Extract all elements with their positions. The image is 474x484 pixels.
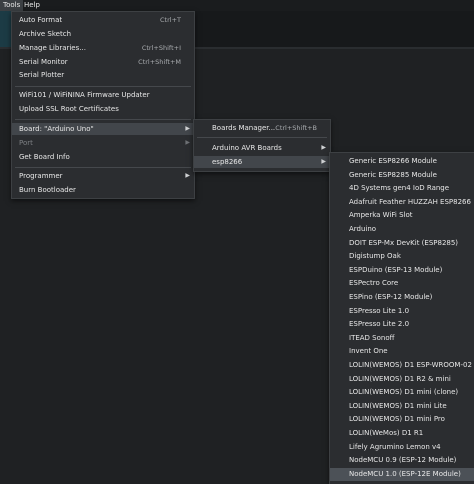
board-option[interactable]: Invent One xyxy=(330,345,474,358)
board-option-label: DOIT ESP-Mx DevKit (ESP8285) xyxy=(349,238,459,247)
menu-item-serial-plotter[interactable]: Serial Plotter xyxy=(12,69,194,81)
menu-item-programmer[interactable]: Programmer ▶ xyxy=(12,170,194,182)
menu-bar: Tools Help xyxy=(0,0,474,11)
board-option[interactable]: LOLIN(WeMos) D1 R1 xyxy=(330,427,474,440)
menu-item-port[interactable]: Port ▶ xyxy=(12,137,194,149)
board-option-label: LOLIN(WEMOS) D1 mini Pro xyxy=(349,415,445,424)
board-option[interactable]: NodeMCU 1.0 (ESP-12E Module) xyxy=(330,467,474,481)
board-option[interactable]: ITEAD Sonoff xyxy=(330,332,474,345)
board-option[interactable]: Generic ESP8285 Module xyxy=(330,169,474,182)
menu-separator xyxy=(15,167,191,168)
board-option-label: Arduino xyxy=(349,225,377,233)
board-option[interactable]: Adafruit Feather HUZZAH ESP8266 xyxy=(330,196,474,209)
board-option[interactable]: LOLIN(WEMOS) D1 mini (clone) xyxy=(330,386,474,399)
board-option-label: LOLIN(WEMOS) D1 mini (clone) xyxy=(349,388,459,397)
chevron-right-icon: ▶ xyxy=(321,144,326,151)
board-option[interactable]: LOLIN(WEMOS) D1 R2 & mini xyxy=(330,373,474,386)
board-option[interactable]: LOLIN(WEMOS) D1 ESP-WROOM-02 xyxy=(330,359,474,372)
board-option[interactable]: Amperka WiFi Slot xyxy=(330,209,474,222)
board-option-label: LOLIN(WEMOS) D1 ESP-WROOM-02 xyxy=(349,361,472,369)
board-option-label: ESPresso Lite 1.0 xyxy=(349,306,410,315)
board-option[interactable]: Lifely Agrumino Lemon v4 xyxy=(330,441,474,454)
menu-item-boards-manager[interactable]: Boards Manager... Ctrl+Shift+B xyxy=(194,122,330,134)
board-submenu: Boards Manager... Ctrl+Shift+B Arduino A… xyxy=(193,119,331,172)
menu-separator xyxy=(15,119,191,120)
board-option[interactable]: 4D Systems gen4 IoD Range xyxy=(330,182,474,195)
menu-item-archive-sketch[interactable]: Archive Sketch xyxy=(12,28,194,40)
board-option[interactable]: ESPino (ESP-12 Module) xyxy=(330,291,474,304)
board-option-label: LOLIN(WEMOS) D1 mini Lite xyxy=(349,401,447,410)
menu-item-burn-bootloader[interactable]: Burn Bootloader xyxy=(12,184,194,196)
board-option[interactable]: NodeMCU 0.9 (ESP-12 Module) xyxy=(330,454,474,467)
board-option-label: NodeMCU 0.9 (ESP-12 Module) xyxy=(349,456,457,465)
menu-tools[interactable]: Tools xyxy=(0,0,24,11)
menu-item-manage-libraries[interactable]: Manage Libraries... Ctrl+Shift+I xyxy=(12,42,194,54)
menu-separator xyxy=(197,137,327,138)
board-option[interactable]: ESPDuino (ESP-13 Module) xyxy=(330,264,474,277)
board-option-label: ESPino (ESP-12 Module) xyxy=(349,293,433,301)
menu-item-serial-monitor[interactable]: Serial Monitor Ctrl+Shift+M xyxy=(12,56,194,68)
chevron-right-icon: ▶ xyxy=(185,139,190,146)
menu-item-upload-ssl-certificates[interactable]: Upload SSL Root Certificates xyxy=(12,103,194,115)
chevron-right-icon: ▶ xyxy=(321,158,326,165)
chevron-right-icon: ▶ xyxy=(185,172,190,179)
board-option-label: Digistump Oak xyxy=(349,252,401,261)
chevron-right-icon: ▶ xyxy=(185,125,190,132)
board-option-label: ITEAD Sonoff xyxy=(349,333,395,342)
board-option-label: ESPresso Lite 2.0 xyxy=(349,320,410,329)
board-option[interactable]: LOLIN(WEMOS) D1 mini Lite xyxy=(330,400,474,413)
board-option-label: 4D Systems gen4 IoD Range xyxy=(349,184,450,193)
board-option[interactable]: ESPresso Lite 1.0 xyxy=(330,305,474,318)
board-option-label: LOLIN(WEMOS) D1 R2 & mini xyxy=(349,374,451,383)
board-option-label: ESPectro Core xyxy=(349,279,399,288)
board-option-label: ESPDuino (ESP-13 Module) xyxy=(349,265,443,274)
tools-menu: Auto Format Ctrl+T Archive Sketch Manage… xyxy=(11,11,195,199)
board-option-label: Invent One xyxy=(349,347,388,356)
board-option[interactable]: LOLIN(WEMOS) D1 mini Pro xyxy=(330,413,474,426)
board-option[interactable]: DOIT ESP-Mx DevKit (ESP8285) xyxy=(330,237,474,250)
menu-item-arduino-avr-boards[interactable]: Arduino AVR Boards ▶ xyxy=(194,142,330,154)
board-option[interactable]: Arduino xyxy=(330,223,474,236)
board-option-label: Amperka WiFi Slot xyxy=(349,211,413,220)
board-option[interactable]: ESPectro Core xyxy=(330,277,474,290)
menu-item-auto-format[interactable]: Auto Format Ctrl+T xyxy=(12,14,194,26)
esp8266-board-submenu: Generic ESP8266 Module Generic ESP8285 Mo… xyxy=(329,152,474,484)
board-option-label: Generic ESP8266 Module xyxy=(349,157,437,165)
board-option-label: LOLIN(WeMos) D1 R1 xyxy=(349,429,424,437)
board-option[interactable]: Digistump Oak xyxy=(330,250,474,263)
board-option-label: Adafruit Feather HUZZAH ESP8266 xyxy=(349,197,471,206)
board-option[interactable]: Generic ESP8266 Module xyxy=(330,155,474,168)
menu-item-firmware-updater[interactable]: WiFi101 / WiFiNINA Firmware Updater xyxy=(12,89,194,101)
board-option-label: Generic ESP8285 Module xyxy=(349,170,437,179)
board-option[interactable]: ESPresso Lite 2.0 xyxy=(330,318,474,331)
menu-separator xyxy=(15,86,191,87)
board-option-label: Lifely Agrumino Lemon v4 xyxy=(349,442,441,451)
menu-item-board[interactable]: Board: "Arduino Uno" ▶ xyxy=(12,123,194,135)
menu-help[interactable]: Help xyxy=(21,0,43,11)
board-option-label: NodeMCU 1.0 (ESP-12E Module) xyxy=(349,469,461,478)
menu-item-get-board-info[interactable]: Get Board Info xyxy=(12,151,194,163)
menu-item-esp8266[interactable]: esp8266 ▶ xyxy=(194,156,330,168)
